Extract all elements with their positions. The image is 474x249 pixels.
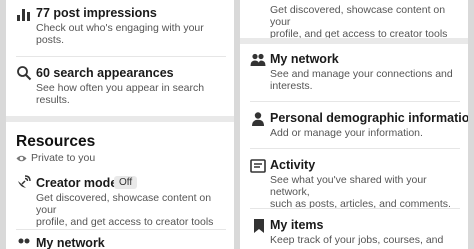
- search-icon: [16, 65, 32, 81]
- post-impressions-desc-line1: Check out who's engaging with your: [36, 22, 204, 34]
- search-appearances-description: See how often you appear in search resul…: [36, 82, 204, 106]
- my-network-title: My network: [270, 52, 339, 66]
- satellite-dish-icon: [16, 174, 32, 190]
- my-network-description: See and manage your connections and inte…: [270, 68, 453, 92]
- creator-mode-item[interactable]: Creator mode Off Get discovered, showcas…: [6, 166, 234, 228]
- my-items-item[interactable]: My items Keep track of your jobs, course…: [240, 209, 468, 249]
- left-panel: 77 post impressions Check out who's enga…: [6, 0, 234, 249]
- post-impressions-desc-line2: posts.: [36, 34, 65, 46]
- search-appearances-desc-line1: See how often you appear in search: [36, 82, 205, 94]
- post-impressions-title: 77 post impressions: [36, 6, 157, 20]
- post-impressions-item[interactable]: 77 post impressions Check out who's enga…: [6, 0, 234, 56]
- search-appearances-item[interactable]: 60 search appearances See how often you …: [6, 57, 234, 110]
- eye-icon: [16, 154, 27, 166]
- creator-mode-desc-line1: Get discovered, showcase content on your: [36, 192, 212, 216]
- search-appearances-title: 60 search appearances: [36, 66, 174, 80]
- activity-title: Activity: [270, 158, 316, 172]
- people-icon: [250, 52, 266, 68]
- my-items-title: My items: [270, 218, 324, 232]
- screenshot-stage: 77 post impressions Check out who's enga…: [0, 0, 474, 249]
- activity-desc-line1: See what you've shared with your network…: [270, 174, 427, 198]
- my-network-desc-line2: interests.: [270, 80, 313, 92]
- creator-mode-desc-line2: profile, and get access to creator tools: [36, 216, 214, 228]
- activity-item[interactable]: Activity See what you've shared with you…: [240, 149, 468, 210]
- people-icon: [16, 237, 32, 249]
- my-network-desc-line1: See and manage your connections and: [270, 68, 453, 80]
- right-panel: Get discovered, showcase content on your…: [240, 0, 468, 249]
- resources-heading: Resources: [16, 133, 96, 150]
- personal-demographic-description: Add or manage your information.: [270, 127, 423, 139]
- personal-demographic-title: Personal demographic information: [270, 111, 468, 125]
- creator-mode-description: Get discovered, showcase content on your…: [36, 192, 234, 228]
- activity-description: See what you've shared with your network…: [270, 174, 468, 210]
- my-network-item[interactable]: My network: [6, 230, 234, 249]
- search-appearances-desc-line2: results.: [36, 94, 70, 106]
- bookmark-icon: [251, 218, 267, 234]
- private-to-you-label: Private to you: [16, 152, 95, 166]
- private-to-you-text: Private to you: [31, 152, 96, 164]
- my-network-item[interactable]: My network See and manage your connectio…: [240, 44, 468, 100]
- person-icon: [250, 111, 266, 127]
- creator-mode-status-badge: Off: [114, 176, 138, 189]
- post-impressions-description: Check out who's engaging with your posts…: [36, 22, 204, 46]
- my-items-description: Keep track of your jobs, courses, and: [270, 234, 444, 246]
- bar-chart-icon: [16, 6, 32, 22]
- my-network-title: My network: [36, 236, 105, 249]
- creator-mode-description: Get discovered, showcase content on your…: [270, 4, 468, 40]
- activity-card-icon: [250, 158, 266, 174]
- section-separator: [6, 116, 234, 122]
- creator-mode-desc-line1: Get discovered, showcase content on your: [270, 4, 446, 28]
- creator-mode-title: Creator mode: [36, 176, 118, 190]
- personal-demographic-item[interactable]: Personal demographic information Add or …: [240, 102, 468, 147]
